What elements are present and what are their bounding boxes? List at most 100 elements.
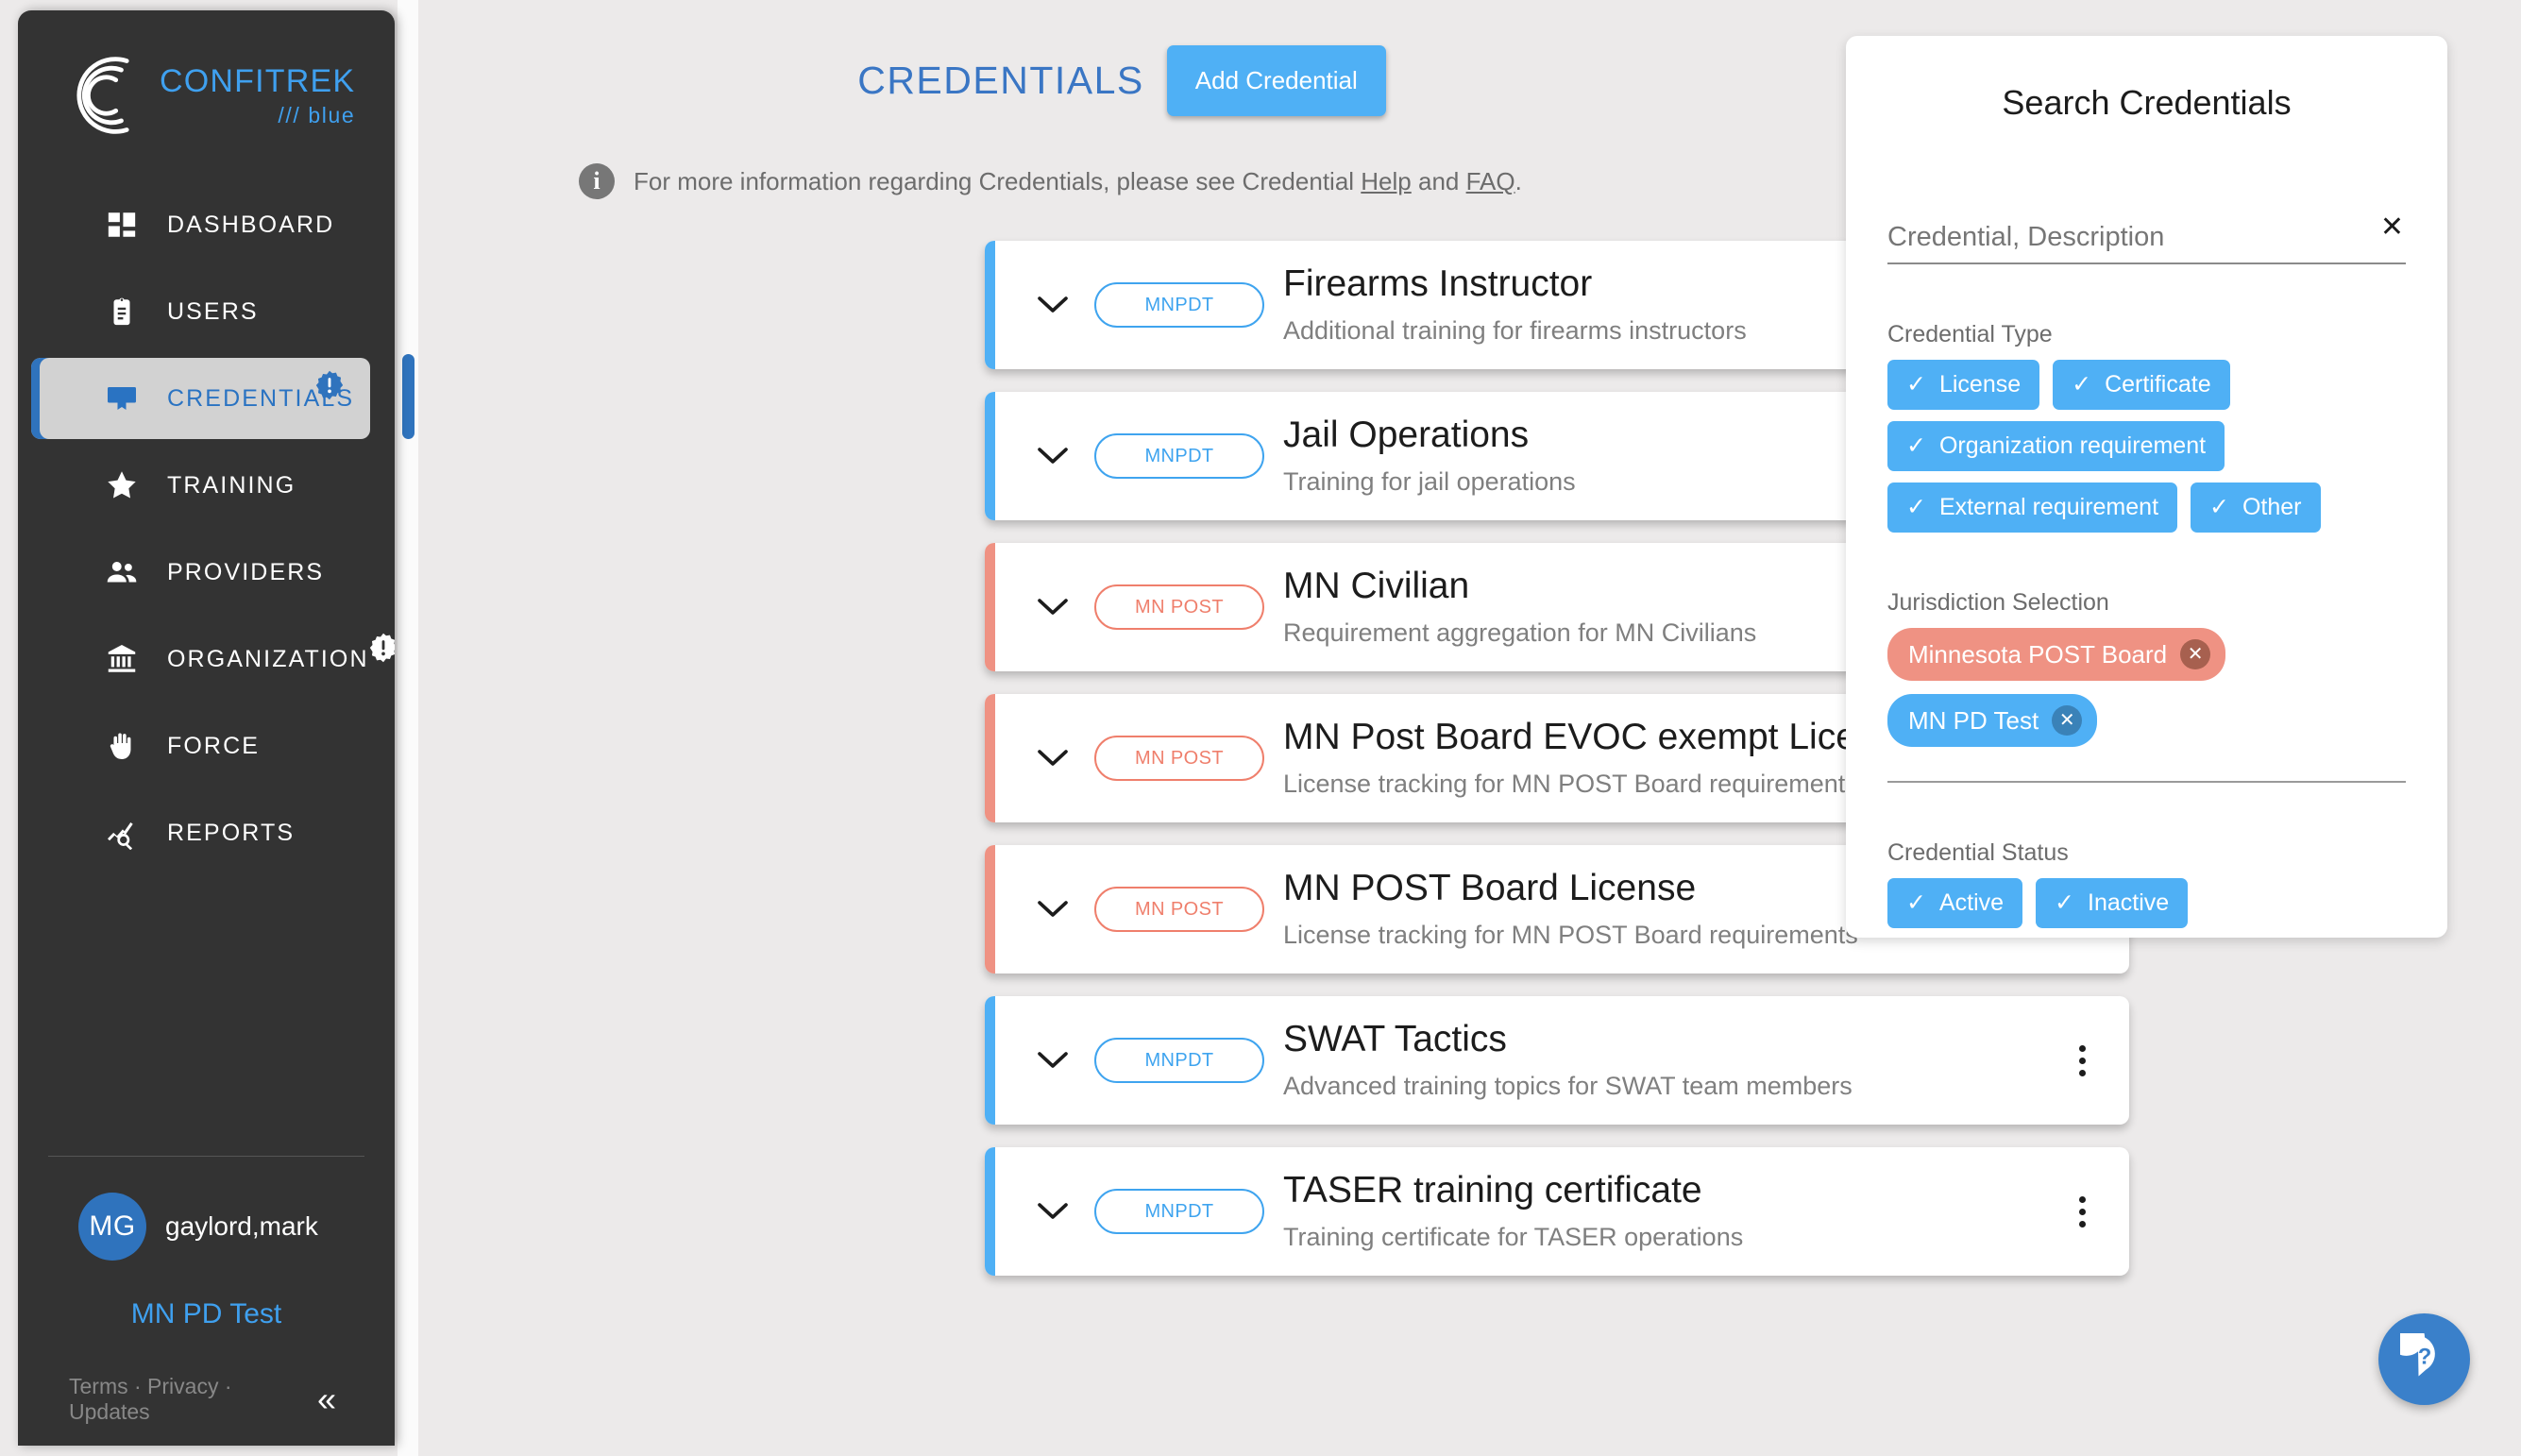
sidebar-item-label: TRAINING <box>167 471 296 499</box>
credential-description: Training certificate for TASER operation… <box>1283 1222 1744 1251</box>
sidebar-footer: MG gaylord,mark MN PD Test Terms · Priva… <box>48 1156 364 1446</box>
chevron-down-icon[interactable] <box>1034 1050 1072 1071</box>
jurisdiction-chip-label: Minnesota POST Board <box>1908 639 2168 669</box>
add-credential-button[interactable]: Add Credential <box>1166 45 1386 116</box>
credential-type-license[interactable]: ✓ License <box>1887 360 2040 410</box>
avatar: MG <box>78 1193 146 1261</box>
chevron-down-icon[interactable] <box>1034 295 1072 315</box>
main-content: CREDENTIALS Add Credential i For more in… <box>418 0 2129 1456</box>
check-icon: ✓ <box>2209 494 2229 520</box>
chip-label: Inactive <box>2088 889 2170 916</box>
bank-icon <box>103 640 141 678</box>
organization-link[interactable]: MN PD Test <box>48 1298 364 1330</box>
info-text-suffix: . <box>1514 166 1522 195</box>
brand-subtitle: /// blue <box>278 102 356 127</box>
credential-type-other[interactable]: ✓ Other <box>2191 483 2321 533</box>
info-text: For more information regarding Credentia… <box>634 167 1522 196</box>
remove-chip-icon[interactable]: ✕ <box>2180 639 2211 669</box>
credential-accent-bar <box>985 996 995 1125</box>
close-x-icon[interactable]: ✕ <box>2380 213 2404 242</box>
credential-type-label: Credential Type <box>1887 321 2053 347</box>
info-icon: i <box>579 163 615 199</box>
sidebar-item-users[interactable]: USERS <box>31 271 370 352</box>
sidebar-item-reports[interactable]: REPORTS <box>31 792 370 873</box>
credential-card[interactable]: MNPDT TASER training certificate Training … <box>985 1147 2129 1276</box>
sidebar-item-providers[interactable]: PROVIDERS <box>31 532 370 613</box>
sidebar-item-dashboard[interactable]: DASHBOARD <box>31 184 370 265</box>
chart-search-icon <box>103 814 141 852</box>
jurisdiction-chips: Minnesota POST Board ✕ MN PD Test ✕ <box>1887 628 2406 783</box>
chevron-down-icon[interactable] <box>1034 1201 1072 1222</box>
help-button[interactable]: ? <box>2378 1313 2470 1405</box>
jurisdiction-chip[interactable]: MN PD Test ✕ <box>1887 694 2098 747</box>
confitrek-swirl-logo-icon <box>63 50 154 141</box>
credential-card[interactable]: MNPDT SWAT Tactics Advanced training topic… <box>985 996 2129 1125</box>
sidebar-item-force[interactable]: FORCE <box>31 705 370 787</box>
credential-body: SWAT Tactics Advanced training topics for… <box>1283 1003 2054 1118</box>
credential-accent-bar <box>985 543 995 671</box>
more-options-icon[interactable] <box>2054 1195 2129 1227</box>
user-profile[interactable]: MG gaylord,mark <box>48 1193 364 1261</box>
credential-name: TASER training certificate <box>1283 1170 1702 1211</box>
alert-badge-icon <box>313 369 346 401</box>
people-icon <box>103 553 141 591</box>
check-icon: ✓ <box>2072 371 2092 398</box>
page-header: CREDENTIALS Add Credential <box>418 0 1825 116</box>
sidebar-item-label: FORCE <box>167 732 260 759</box>
more-options-icon[interactable] <box>2054 1044 2129 1076</box>
credential-card-icon <box>103 380 141 417</box>
check-icon: ✓ <box>1906 432 1926 459</box>
sidebar-item-label: PROVIDERS <box>167 558 325 585</box>
credential-jurisdiction-pill: MN POST <box>1094 736 1264 781</box>
credential-type-organization-requirement[interactable]: ✓ Organization requirement <box>1887 421 2225 471</box>
chip-label: External requirement <box>1938 494 2159 520</box>
search-panel-title: Search Credentials <box>2002 83 2292 122</box>
credential-faq-link[interactable]: FAQ <box>1466 167 1515 195</box>
dashboard-icon <box>103 206 141 244</box>
chip-label: Organization requirement <box>1938 432 2207 459</box>
credential-accent-bar <box>985 845 995 973</box>
credential-help-link[interactable]: Help <box>1361 167 1411 195</box>
sidebar-item-credentials[interactable]: CREDENTIALS <box>31 358 370 439</box>
check-icon: ✓ <box>2055 889 2074 916</box>
search-field: ✕ <box>1887 212 2406 264</box>
sidebar-item-organization[interactable]: ORGANIZATION <box>31 618 395 700</box>
chevron-down-icon[interactable] <box>1034 597 1072 618</box>
credential-type-certificate[interactable]: ✓ Certificate <box>2053 360 2230 410</box>
credential-status-chips: ✓ Active ✓ Inactive <box>1887 878 2406 928</box>
jurisdiction-chip[interactable]: Minnesota POST Board ✕ <box>1887 628 2226 681</box>
chip-label: License <box>1938 371 2022 398</box>
chevron-down-icon[interactable] <box>1034 899 1072 920</box>
check-icon: ✓ <box>1906 371 1926 398</box>
app-root: CONFITREK /// blue DASHBOARD USERS CREDENT… <box>0 0 2521 1456</box>
credential-status-active[interactable]: ✓ Active <box>1887 878 2023 928</box>
credential-status-inactive[interactable]: ✓ Inactive <box>2036 878 2189 928</box>
credential-name: SWAT Tactics <box>1283 1019 1507 1060</box>
info-banner: i For more information regarding Credent… <box>579 163 1825 199</box>
credential-jurisdiction-pill: MNPDT <box>1094 433 1264 479</box>
search-input[interactable] <box>1887 221 2406 253</box>
chip-label: Certificate <box>2105 371 2211 398</box>
chevron-double-left-icon[interactable]: « <box>312 1382 342 1416</box>
credential-accent-bar <box>985 694 995 822</box>
chip-label: Active <box>1938 889 2005 916</box>
footer-links[interactable]: Terms · Privacy · Updates <box>69 1374 312 1425</box>
brand-logo[interactable]: CONFITREK /// blue <box>18 10 395 152</box>
jurisdiction-chip-label: MN PD Test <box>1908 705 2039 735</box>
credential-jurisdiction-pill: MN POST <box>1094 887 1264 932</box>
page-scrollbar[interactable] <box>398 0 418 1456</box>
remove-chip-icon[interactable]: ✕ <box>2052 705 2083 736</box>
chevron-down-icon[interactable] <box>1034 748 1072 769</box>
alert-badge-icon <box>367 632 395 664</box>
star-icon <box>103 466 141 504</box>
credential-type-external-requirement[interactable]: ✓ External requirement <box>1887 483 2178 533</box>
sidebar-item-label: REPORTS <box>167 819 296 846</box>
credential-accent-bar <box>985 241 995 369</box>
sidebar-item-label: USERS <box>167 297 259 325</box>
credential-jurisdiction-pill: MNPDT <box>1094 1038 1264 1083</box>
sidebar-item-training[interactable]: TRAINING <box>31 445 370 526</box>
sidebar-item-label: ORGANIZATION <box>167 645 369 672</box>
chevron-down-icon[interactable] <box>1034 446 1072 466</box>
credential-accent-bar <box>985 392 995 520</box>
page-scrollbar-thumb[interactable] <box>402 354 415 439</box>
